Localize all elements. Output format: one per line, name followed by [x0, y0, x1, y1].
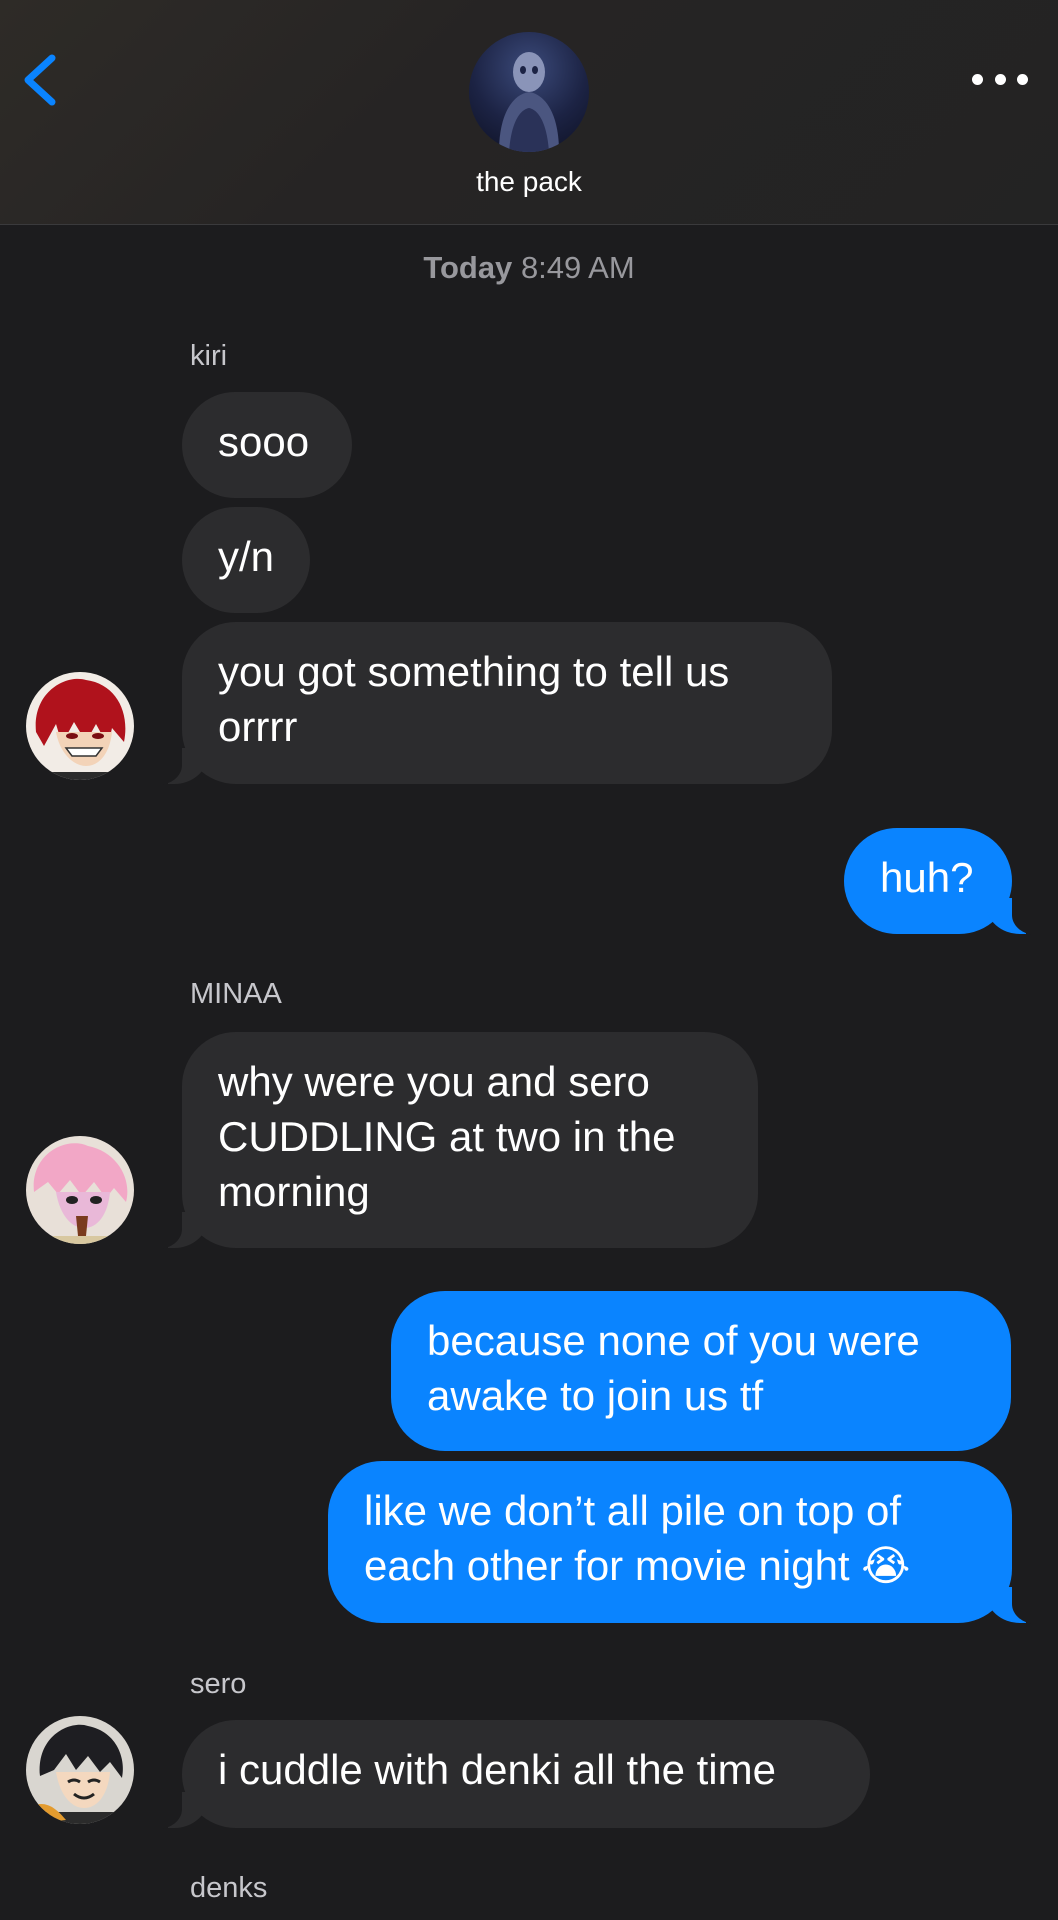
conversation-header: the pack: [0, 0, 1058, 225]
message-text: because none of you were awake to join u…: [427, 1317, 920, 1419]
avatar-sero[interactable]: [26, 1716, 134, 1824]
group-avatar[interactable]: [469, 32, 589, 152]
sender-name: MINAA: [190, 978, 282, 1010]
avatar-minaa[interactable]: [26, 1136, 134, 1244]
avatar-image: [26, 672, 134, 780]
sender-name: sero: [190, 1668, 247, 1700]
message-text: i cuddle with denki all the time: [218, 1746, 776, 1793]
message-bubble[interactable]: because none of you were awake to join u…: [391, 1291, 1011, 1451]
message-bubble[interactable]: why were you and sero CUDDLING at two in…: [156, 1032, 758, 1249]
message-bubble[interactable]: huh?: [844, 828, 1038, 935]
sender-name: denks: [190, 1872, 268, 1904]
ellipsis-icon: [994, 73, 1006, 85]
message-bubble[interactable]: y/n: [182, 507, 310, 613]
timestamp-time: 8:49 AM: [520, 250, 635, 285]
message-bubble[interactable]: like we don’t all pile on top of each ot…: [328, 1461, 1038, 1624]
message-timestamp: Today 8:49 AM: [0, 250, 1058, 286]
avatar-image: [26, 1136, 134, 1244]
chevron-left-icon: [24, 54, 56, 106]
sender-name: kiri: [190, 340, 228, 372]
message-text: y/n: [218, 533, 275, 580]
avatar-image: [26, 1716, 134, 1824]
more-options-button[interactable]: [972, 68, 1028, 90]
group-name[interactable]: the pack: [0, 166, 1058, 198]
message-text: like we don’t all pile on top of each ot…: [364, 1487, 911, 1589]
message-text: why were you and sero CUDDLING at two in…: [218, 1058, 676, 1215]
ellipsis-icon: [972, 73, 983, 85]
message-bubble[interactable]: sooo: [182, 392, 352, 498]
avatar-kiri[interactable]: [26, 672, 134, 780]
back-button[interactable]: [20, 50, 60, 110]
message-bubble[interactable]: you got something to tell us orrrr: [156, 622, 832, 785]
message-text: sooo: [218, 418, 310, 465]
group-avatar-image: [499, 52, 559, 152]
message-text: you got something to tell us orrrr: [218, 648, 730, 750]
timestamp-day: Today: [423, 250, 513, 285]
message-text: huh?: [880, 854, 974, 901]
ellipsis-icon: [1017, 73, 1028, 85]
message-bubble[interactable]: i cuddle with denki all the time: [156, 1720, 870, 1829]
